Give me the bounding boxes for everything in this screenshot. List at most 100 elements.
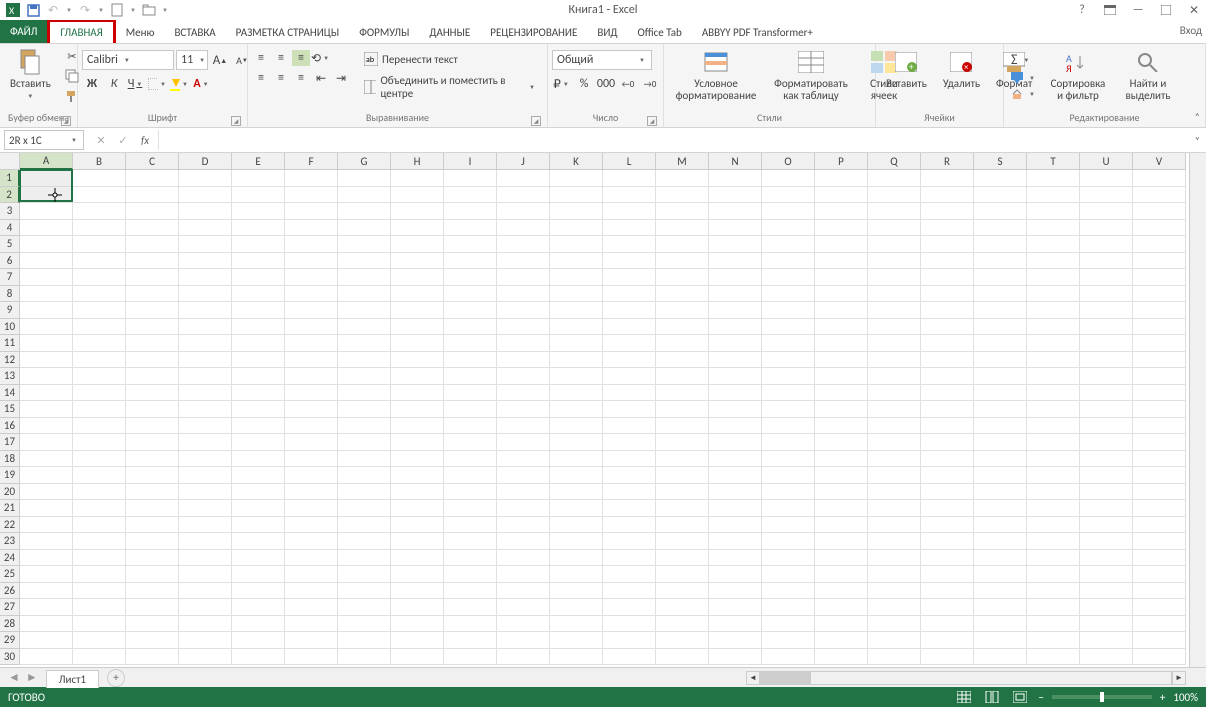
cell[interactable] xyxy=(656,517,709,534)
cell[interactable] xyxy=(868,632,921,649)
cell[interactable] xyxy=(921,368,974,385)
cell[interactable] xyxy=(20,632,73,649)
cell[interactable] xyxy=(444,550,497,567)
cell[interactable] xyxy=(656,434,709,451)
vertical-scrollbar[interactable] xyxy=(1189,153,1206,667)
cell[interactable] xyxy=(126,599,179,616)
cell[interactable] xyxy=(921,319,974,336)
insert-cells-button[interactable]: + Вставить xyxy=(880,46,933,92)
cell[interactable] xyxy=(1027,170,1080,187)
cell[interactable] xyxy=(497,220,550,237)
cell[interactable] xyxy=(1080,269,1133,286)
cell[interactable] xyxy=(497,550,550,567)
view-page-layout-icon[interactable] xyxy=(982,690,1002,704)
cell[interactable] xyxy=(444,335,497,352)
cell[interactable] xyxy=(20,286,73,303)
cell[interactable] xyxy=(868,352,921,369)
cell[interactable] xyxy=(1133,533,1186,550)
cell[interactable] xyxy=(391,418,444,435)
cell[interactable] xyxy=(232,253,285,270)
find-select-button[interactable]: Найти и выделить xyxy=(1116,46,1180,104)
cell[interactable] xyxy=(232,500,285,517)
cell[interactable] xyxy=(921,434,974,451)
cell[interactable] xyxy=(709,368,762,385)
cell[interactable] xyxy=(338,236,391,253)
cell[interactable] xyxy=(1133,269,1186,286)
cell[interactable] xyxy=(126,253,179,270)
cell[interactable] xyxy=(232,451,285,468)
cell[interactable] xyxy=(974,319,1027,336)
cell[interactable] xyxy=(656,368,709,385)
cell[interactable] xyxy=(868,418,921,435)
align-bottom-icon[interactable]: ≡ xyxy=(292,50,310,66)
cell[interactable] xyxy=(444,632,497,649)
cell[interactable] xyxy=(1080,352,1133,369)
sheet-nav-prev-icon[interactable]: ◄ xyxy=(8,670,20,685)
cell[interactable] xyxy=(815,533,868,550)
cell[interactable] xyxy=(921,418,974,435)
cell[interactable] xyxy=(815,583,868,600)
cell[interactable] xyxy=(20,170,73,187)
cell[interactable] xyxy=(762,434,815,451)
cell[interactable] xyxy=(815,616,868,633)
cell[interactable] xyxy=(709,566,762,583)
cell[interactable] xyxy=(921,649,974,666)
cell[interactable] xyxy=(921,517,974,534)
cell[interactable] xyxy=(20,401,73,418)
increase-font-icon[interactable]: A▲ xyxy=(210,50,230,70)
cell[interactable] xyxy=(285,632,338,649)
qat-customize[interactable]: ▼ xyxy=(160,6,170,14)
cell[interactable] xyxy=(974,335,1027,352)
cell[interactable] xyxy=(179,401,232,418)
cell[interactable] xyxy=(921,352,974,369)
view-page-break-icon[interactable] xyxy=(1010,690,1030,704)
paste-button[interactable]: Вставить ▼ xyxy=(4,46,57,102)
cell[interactable] xyxy=(1133,385,1186,402)
cell[interactable] xyxy=(285,517,338,534)
cell[interactable] xyxy=(232,616,285,633)
cell[interactable] xyxy=(444,302,497,319)
cell[interactable] xyxy=(815,269,868,286)
cell[interactable] xyxy=(497,599,550,616)
cell[interactable] xyxy=(762,418,815,435)
cell[interactable] xyxy=(868,533,921,550)
cell[interactable] xyxy=(232,517,285,534)
cell[interactable] xyxy=(497,434,550,451)
cell[interactable] xyxy=(1080,385,1133,402)
cell[interactable] xyxy=(20,385,73,402)
cell[interactable] xyxy=(338,203,391,220)
cell[interactable] xyxy=(444,253,497,270)
cell[interactable] xyxy=(550,434,603,451)
cell[interactable] xyxy=(444,599,497,616)
cell[interactable] xyxy=(868,203,921,220)
cell[interactable] xyxy=(1080,236,1133,253)
tab-file[interactable]: ФАЙЛ xyxy=(0,20,47,43)
cell[interactable] xyxy=(179,319,232,336)
cell[interactable] xyxy=(232,187,285,204)
cell[interactable] xyxy=(550,517,603,534)
autosum-button[interactable]: Σ▼ xyxy=(1010,50,1038,69)
cell[interactable] xyxy=(126,566,179,583)
cell[interactable] xyxy=(126,368,179,385)
cell[interactable] xyxy=(656,220,709,237)
cell[interactable] xyxy=(20,352,73,369)
cell[interactable] xyxy=(550,500,603,517)
cell[interactable] xyxy=(921,253,974,270)
cell[interactable] xyxy=(1080,632,1133,649)
cell[interactable] xyxy=(126,187,179,204)
cell[interactable] xyxy=(126,434,179,451)
cell[interactable] xyxy=(974,302,1027,319)
cell[interactable] xyxy=(656,203,709,220)
cell[interactable] xyxy=(762,632,815,649)
cell[interactable] xyxy=(232,649,285,666)
cell[interactable] xyxy=(338,319,391,336)
cell[interactable] xyxy=(921,401,974,418)
fill-color-button[interactable]: ▼ xyxy=(170,74,190,94)
row-header[interactable]: 12 xyxy=(0,352,20,369)
cell[interactable] xyxy=(444,236,497,253)
font-name-select[interactable]: Calibri▼ xyxy=(82,50,174,70)
cell[interactable] xyxy=(603,170,656,187)
cell[interactable] xyxy=(1027,385,1080,402)
cell[interactable] xyxy=(815,649,868,666)
cell[interactable] xyxy=(179,352,232,369)
